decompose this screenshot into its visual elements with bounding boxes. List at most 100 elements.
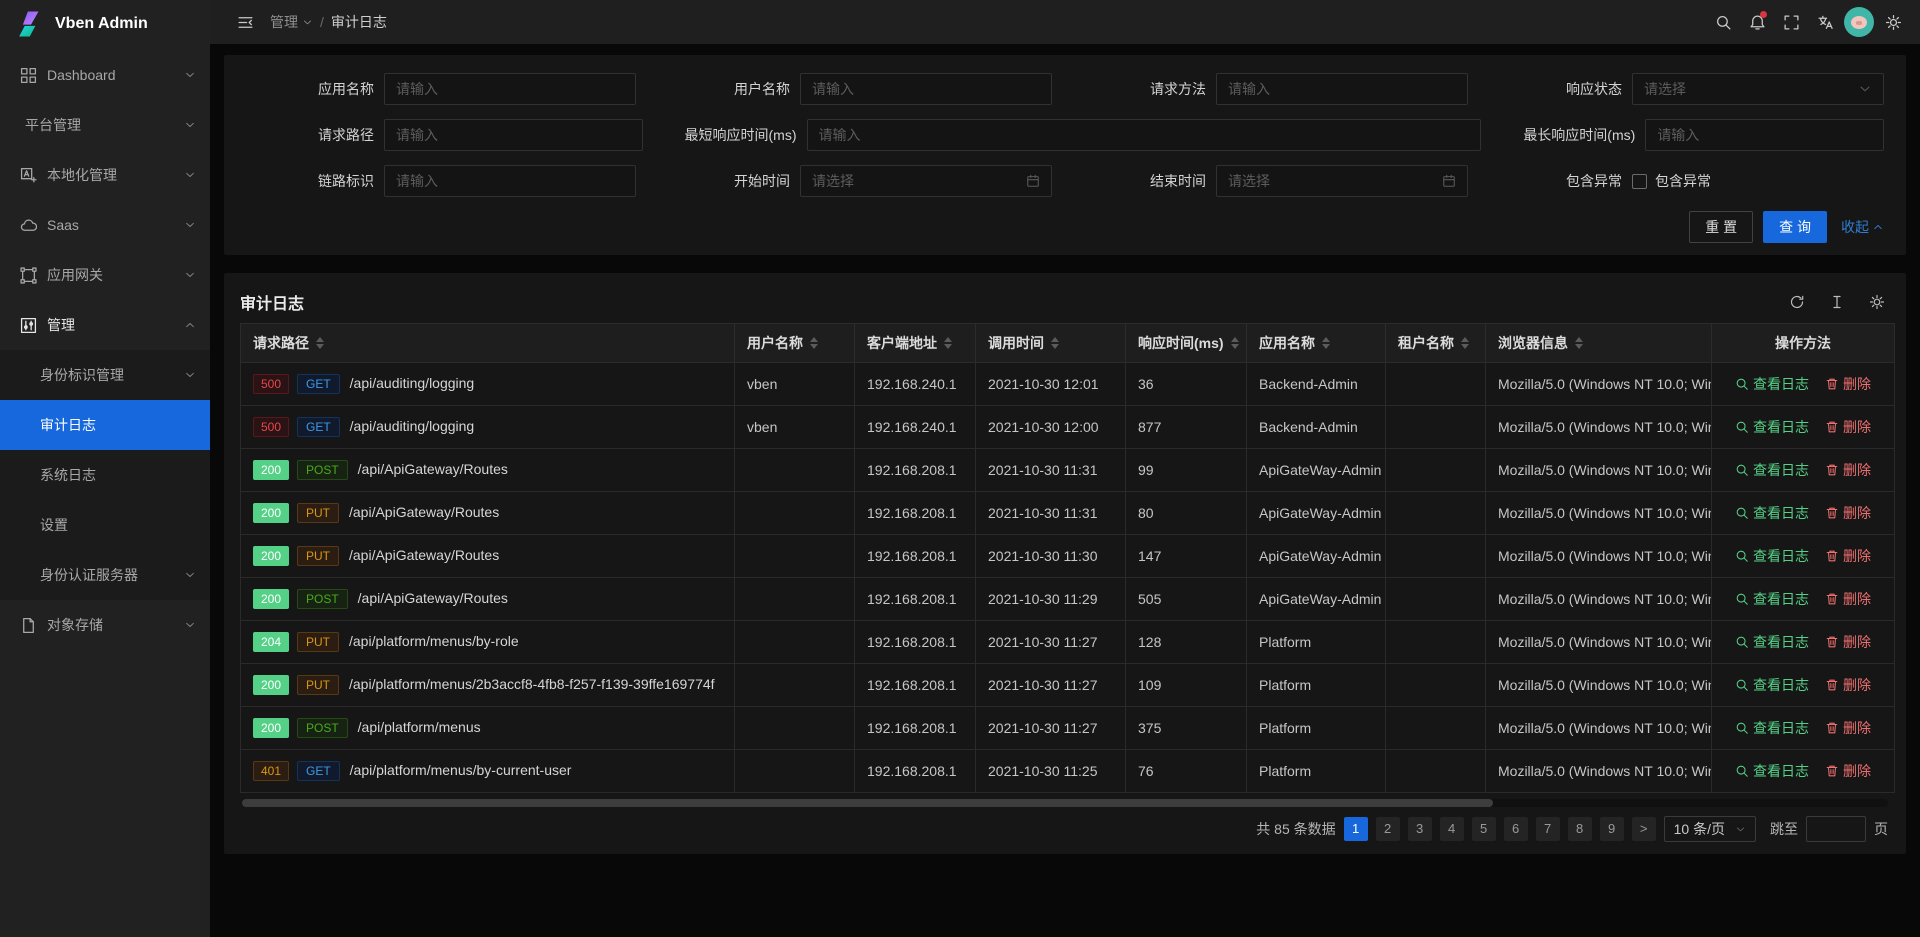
has-exception-checkbox[interactable] — [1632, 174, 1647, 189]
app-cell: ApiGateWay-Admin — [1247, 535, 1386, 578]
date-placeholder: 请选择 — [1228, 171, 1270, 191]
page-button-2[interactable]: 2 — [1376, 817, 1400, 841]
page-button-8[interactable]: 8 — [1568, 817, 1592, 841]
user-cell — [735, 750, 855, 793]
column-label: 应用名称 — [1259, 333, 1315, 353]
user-name-input[interactable] — [800, 73, 1052, 105]
view-log-button[interactable]: 查看日志 — [1735, 460, 1809, 480]
table-title: 审计日志 — [240, 290, 1770, 314]
translate-icon[interactable] — [1808, 5, 1842, 39]
browser-cell: Mozilla/5.0 (Windows NT 10.0; Win — [1486, 406, 1712, 449]
page-button-9[interactable]: 9 — [1600, 817, 1624, 841]
column-header-time[interactable]: 调用时间 — [976, 324, 1126, 363]
search-icon[interactable] — [1706, 5, 1740, 39]
sidebar-item-gateway[interactable]: 应用网关 — [0, 250, 210, 300]
fullscreen-icon[interactable] — [1774, 5, 1808, 39]
status-badge: 200 — [253, 460, 289, 480]
table-row: 401GET/api/platform/menus/by-current-use… — [241, 750, 1895, 793]
page-button-1[interactable]: 1 — [1344, 817, 1368, 841]
sidebar-item-identity[interactable]: 身份标识管理 — [0, 350, 210, 400]
view-log-button[interactable]: 查看日志 — [1735, 632, 1809, 652]
tenant-cell — [1386, 664, 1486, 707]
page-button-3[interactable]: 3 — [1408, 817, 1432, 841]
sidebar-item-audit-logs[interactable]: 审计日志 — [0, 400, 210, 450]
browser-cell: Mozilla/5.0 (Windows NT 10.0; Win — [1486, 363, 1712, 406]
settings-icon[interactable] — [1864, 289, 1890, 315]
column-header-duration[interactable]: 响应时间(ms) — [1126, 324, 1247, 363]
reset-button[interactable]: 重 置 — [1689, 211, 1753, 243]
delete-button[interactable]: 删除 — [1825, 374, 1871, 394]
sidebar-item-saas[interactable]: Saas — [0, 200, 210, 250]
delete-button[interactable]: 删除 — [1825, 718, 1871, 738]
view-log-button[interactable]: 查看日志 — [1735, 417, 1809, 437]
column-height-icon[interactable] — [1824, 289, 1850, 315]
page-size-select[interactable]: 10 条/页 — [1664, 816, 1756, 842]
delete-label: 删除 — [1843, 761, 1871, 781]
page-unit-label: 页 — [1874, 819, 1888, 839]
start-time-datepicker[interactable]: 请选择 — [800, 165, 1052, 197]
min-elapsed-input[interactable] — [807, 119, 1482, 151]
sidebar-item-platform[interactable]: 平台管理 — [0, 100, 210, 150]
delete-button[interactable]: 删除 — [1825, 675, 1871, 695]
time-cell: 2021-10-30 12:00 — [976, 406, 1126, 449]
view-log-button[interactable]: 查看日志 — [1735, 761, 1809, 781]
view-log-button[interactable]: 查看日志 — [1735, 374, 1809, 394]
jump-page-input[interactable] — [1806, 816, 1866, 842]
column-header-tenant[interactable]: 租户名称 — [1386, 324, 1486, 363]
sidebar-item-object-storage[interactable]: 对象存储 — [0, 600, 210, 650]
delete-button[interactable]: 删除 — [1825, 417, 1871, 437]
delete-button[interactable]: 删除 — [1825, 761, 1871, 781]
browser-cell: Mozilla/5.0 (Windows NT 10.0; Win — [1486, 664, 1712, 707]
app-logo[interactable]: Vben Admin — [0, 0, 210, 48]
sidebar-item-auth-server[interactable]: 身份认证服务器 — [0, 550, 210, 600]
filter-row: 链路标识开始时间请选择结束时间请选择包含异常包含异常 — [246, 165, 1884, 197]
scrollbar-thumb[interactable] — [242, 799, 1493, 807]
page-button-5[interactable]: 5 — [1472, 817, 1496, 841]
sidebar-item-dashboard[interactable]: Dashboard — [0, 50, 210, 100]
request-path: /api/auditing/logging — [350, 375, 475, 391]
column-header-path[interactable]: 请求路径 — [241, 324, 735, 363]
next-page-button[interactable]: > — [1632, 817, 1656, 841]
refresh-icon[interactable] — [1784, 289, 1810, 315]
user-avatar[interactable] — [1842, 5, 1876, 39]
column-header-user[interactable]: 用户名称 — [735, 324, 855, 363]
view-log-button[interactable]: 查看日志 — [1735, 546, 1809, 566]
view-log-button[interactable]: 查看日志 — [1735, 718, 1809, 738]
view-log-button[interactable]: 查看日志 — [1735, 589, 1809, 609]
field-user-name: 用户名称 — [662, 73, 1052, 105]
page-button-6[interactable]: 6 — [1504, 817, 1528, 841]
column-header-app[interactable]: 应用名称 — [1247, 324, 1386, 363]
sidebar-item-locale[interactable]: 本地化管理 — [0, 150, 210, 200]
sidebar-item-system-logs[interactable]: 系统日志 — [0, 450, 210, 500]
trash-icon — [1825, 506, 1839, 520]
end-time-datepicker[interactable]: 请选择 — [1216, 165, 1468, 197]
page-button-4[interactable]: 4 — [1440, 817, 1464, 841]
request-path-input[interactable] — [384, 119, 643, 151]
max-elapsed-input[interactable] — [1645, 119, 1884, 151]
sort-icon — [810, 337, 818, 349]
page-button-7[interactable]: 7 — [1536, 817, 1560, 841]
menu-fold-icon[interactable] — [228, 5, 262, 39]
bell-icon[interactable] — [1740, 5, 1774, 39]
audit-log-table: 请求路径用户名称客户端地址调用时间响应时间(ms)应用名称租户名称浏览器信息操作… — [240, 323, 1895, 793]
sidebar-item-settings[interactable]: 设置 — [0, 500, 210, 550]
app-name-input[interactable] — [384, 73, 636, 105]
search-button[interactable]: 查 询 — [1763, 211, 1827, 243]
delete-button[interactable]: 删除 — [1825, 632, 1871, 652]
view-log-button[interactable]: 查看日志 — [1735, 503, 1809, 523]
delete-button[interactable]: 删除 — [1825, 589, 1871, 609]
delete-button[interactable]: 删除 — [1825, 546, 1871, 566]
select-placeholder: 请选择 — [1644, 79, 1686, 99]
resp-status-select[interactable]: 请选择 — [1632, 73, 1884, 105]
view-log-button[interactable]: 查看日志 — [1735, 675, 1809, 695]
delete-button[interactable]: 删除 — [1825, 503, 1871, 523]
column-header-browser[interactable]: 浏览器信息 — [1486, 324, 1712, 363]
trace-id-input[interactable] — [384, 165, 636, 197]
column-header-ip[interactable]: 客户端地址 — [855, 324, 976, 363]
delete-button[interactable]: 删除 — [1825, 460, 1871, 480]
sidebar-item-admin[interactable]: 管理 — [0, 300, 210, 350]
breadcrumb-section[interactable]: 管理 — [270, 12, 313, 32]
settings-icon[interactable] — [1876, 5, 1910, 39]
collapse-link[interactable]: 收起 — [1841, 217, 1884, 237]
http-method-input[interactable] — [1216, 73, 1468, 105]
